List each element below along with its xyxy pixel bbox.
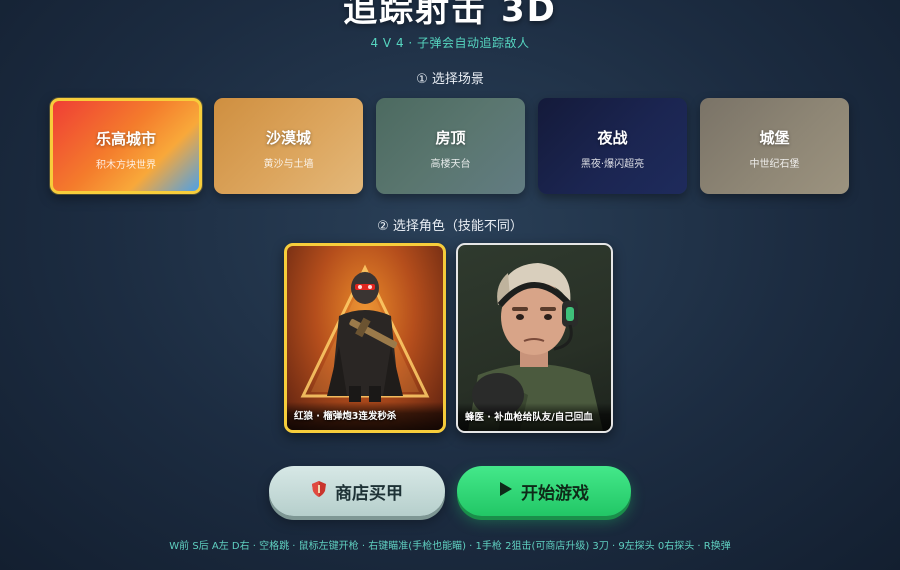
scene-name: 房顶 [435, 129, 466, 147]
scene-name: 城堡 [759, 129, 790, 147]
scene-name: 夜战 [597, 129, 628, 147]
game-title: 追踪射击 3D [343, 0, 557, 30]
scene-desc: 中世纪石堡 [749, 159, 800, 170]
game-subtitle: 4 V 4 · 子弹会自动追踪敌人 [370, 36, 530, 50]
scene-card-rooftop[interactable]: 房顶 高楼天台 [376, 98, 525, 194]
shop-button-label: 商店买甲 [335, 483, 403, 504]
scene-name: 乐高城市 [95, 130, 156, 148]
scene-card-desert-city[interactable]: 沙漠城 黄沙与土墙 [214, 98, 363, 194]
armor-shield-icon [311, 480, 327, 503]
play-icon [499, 481, 513, 502]
character-caption: 蜂医 · 补血枪给队友/自己回血 [465, 412, 593, 423]
start-game-button[interactable]: 开始游戏 [457, 466, 631, 516]
character-section-label: ② 选择角色（技能不同） [377, 219, 523, 234]
scene-card-castle[interactable]: 城堡 中世纪石堡 [700, 98, 849, 194]
scene-desc: 黄沙与土墙 [263, 159, 314, 170]
controls-hint: W前 S后 A左 D右 · 空格跳 · 鼠标左键开枪 · 右键瞄准(手枪也能瞄)… [169, 541, 731, 552]
scene-selector: 乐高城市 积木方块世界 沙漠城 黄沙与土墙 房顶 高楼天台 夜战 黑夜·爆闪超亮… [50, 98, 850, 196]
start-button-label: 开始游戏 [521, 483, 589, 504]
character-caption-bar: 蜂医 · 补血枪给队友/自己回血 [458, 403, 611, 431]
shop-armor-button[interactable]: 商店买甲 [269, 466, 445, 516]
scene-card-night-battle[interactable]: 夜战 黑夜·爆闪超亮 [538, 98, 687, 194]
scene-desc: 高楼天台 [430, 159, 471, 170]
scene-section-label: ① 选择场景 [416, 72, 484, 87]
character-card-medic[interactable]: 蜂医 · 补血枪给队友/自己回血 [456, 243, 613, 433]
character-card-red-wolf[interactable]: 红狼 · 榴弹炮3连发秒杀 [284, 243, 446, 433]
scene-desc: 黑夜·爆闪超亮 [580, 159, 645, 170]
scene-name: 沙漠城 [265, 129, 311, 147]
scene-desc: 积木方块世界 [96, 160, 156, 171]
scene-card-lego-city[interactable]: 乐高城市 积木方块世界 [50, 98, 202, 194]
character-caption: 红狼 · 榴弹炮3连发秒杀 [294, 411, 397, 422]
character-caption-bar: 红狼 · 榴弹炮3连发秒杀 [287, 402, 443, 430]
